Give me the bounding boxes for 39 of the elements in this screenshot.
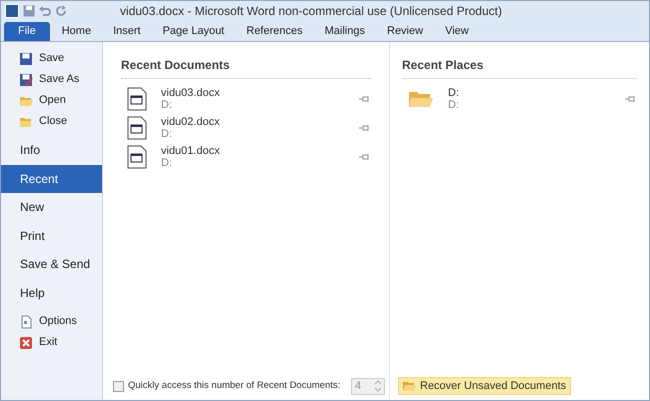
ribbon-tab[interactable]: View [435,22,479,41]
close-icon [19,336,33,350]
recent-place-item[interactable]: D: D: [402,84,637,113]
menu-tab[interactable]: Info [1,136,102,164]
recent-document-item[interactable]: vidu03.docx D: [121,84,371,113]
menu-command[interactable]: Exit [1,332,102,353]
menu-command[interactable]: Close [1,111,102,132]
menu-tab[interactable]: Recent [1,164,102,193]
menu-tab[interactable]: New [1,193,102,222]
recent-document-item[interactable]: vidu02.docx D: [121,113,371,142]
section-heading: Recent Documents [121,56,371,79]
menu-tab[interactable]: Help [1,278,102,307]
save-icon[interactable] [23,5,35,17]
ribbon-tab[interactable]: Mailings [314,22,375,41]
section-heading: Recent Places [402,56,637,79]
undo-icon[interactable] [39,5,51,17]
document-icon [127,144,147,168]
word-logo-icon [5,4,19,18]
document-icon [19,314,33,328]
menu-command[interactable]: Open [1,90,102,111]
ribbon-tab[interactable]: Home [52,22,102,41]
document-icon [127,116,147,140]
menu-tab[interactable]: Print [1,222,102,250]
recent-document-item[interactable]: vidu01.docx D: [121,142,371,171]
option-label: Quickly access this number of Recent Documents: [128,378,340,393]
menu-command[interactable]: Options [1,311,102,332]
menu-command[interactable]: Save As [1,69,102,90]
ribbon-tab[interactable]: References [236,22,313,41]
window-title: vidu03.docx - Microsoft Word non-commercial use (Unlicensed Product) [119,3,503,20]
menu-command[interactable]: Save [1,48,102,69]
ribbon-tab[interactable]: Review [377,22,434,41]
recover-unsaved-documents-button[interactable]: Recover Unsaved Documents [398,377,572,395]
ribbon-tab[interactable]: File [4,22,50,41]
document-icon [127,86,147,110]
folder-icon [403,380,416,392]
ribbon-tab[interactable]: Page Layout [152,22,234,41]
menu-tab[interactable]: Save & Send [1,250,102,278]
ribbon-tab[interactable]: Insert [103,22,151,41]
redo-icon[interactable] [55,5,67,17]
